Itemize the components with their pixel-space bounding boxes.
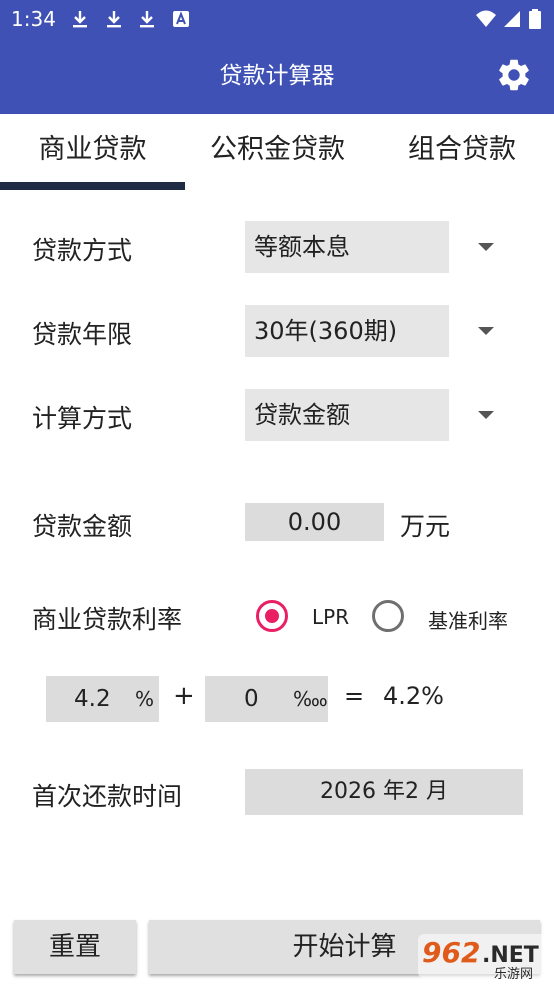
loan-amount-label: 贷款金额 (32, 512, 133, 541)
calc-method-label: 计算方式 (32, 404, 133, 433)
lpr-rate-value: 4.2 (74, 686, 111, 712)
app-bar: 贷款计算器 (0, 38, 554, 114)
tab-provident-fund-loan[interactable]: 公积金贷款 (185, 114, 370, 190)
battery-icon (529, 9, 541, 29)
plus-sign: + (173, 681, 195, 711)
chevron-down-icon[interactable] (478, 411, 494, 419)
tab-indicator (0, 182, 185, 190)
calc-method-select[interactable]: 贷款金额 (245, 389, 449, 441)
commercial-rate-label: 商业贷款利率 (32, 605, 183, 634)
loan-amount-input[interactable]: 0.00 (245, 503, 384, 541)
chevron-down-icon[interactable] (478, 243, 494, 251)
svg-text:乐游网: 乐游网 (494, 967, 533, 982)
equals-sign: = (344, 682, 365, 710)
lpr-rate-input[interactable]: 4.2 % (46, 676, 159, 722)
lpr-radio[interactable] (256, 600, 288, 632)
gear-icon[interactable] (495, 56, 533, 94)
download-icon (73, 11, 87, 28)
download-icon (107, 11, 121, 28)
loan-method-select[interactable]: 等额本息 (245, 221, 449, 273)
download-icon (140, 11, 154, 28)
app-notification-icon (173, 11, 189, 27)
percent-unit: % (135, 687, 155, 711)
basis-points-value: 0 (244, 686, 259, 712)
reset-button[interactable]: 重置 (14, 920, 136, 974)
rate-result: 4.2% (383, 682, 444, 710)
status-bar: 1:34 (0, 0, 554, 38)
base-rate-radio-label: 基准利率 (428, 609, 508, 633)
tab-commercial-loan[interactable]: 商业贷款 (0, 114, 185, 190)
basis-points-input[interactable]: 0 ‱ (205, 676, 328, 722)
chevron-down-icon[interactable] (478, 327, 494, 335)
loan-type-tabs: 商业贷款 公积金贷款 组合贷款 (0, 114, 554, 190)
first-payment-label: 首次还款时间 (32, 782, 183, 811)
tab-combined-loan[interactable]: 组合贷款 (370, 114, 554, 190)
svg-text:962: 962 (422, 936, 480, 969)
loan-term-select[interactable]: 30年(360期) (245, 305, 449, 357)
lpr-radio-label: LPR (312, 605, 350, 629)
base-rate-radio[interactable] (372, 600, 404, 632)
wifi-icon (476, 10, 496, 27)
basis-point-unit: ‱ (293, 687, 328, 711)
app-title: 贷款计算器 (219, 63, 335, 89)
watermark-logo: 962 .NET 乐游网 (418, 934, 550, 982)
loan-term-label: 贷款年限 (32, 320, 133, 349)
status-time: 1:34 (11, 7, 56, 31)
loan-method-label: 贷款方式 (32, 236, 133, 265)
loan-amount-unit: 万元 (400, 512, 451, 541)
signal-icon (504, 11, 520, 27)
svg-text:.NET: .NET (482, 943, 539, 968)
first-payment-date-picker[interactable]: 2026 年2 月 (245, 769, 523, 815)
